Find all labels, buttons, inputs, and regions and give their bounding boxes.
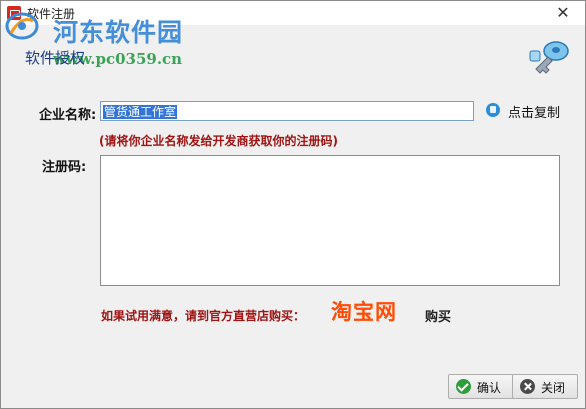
company-name-hint: (请将你企业名称发给开发商获取你的注册码) — [99, 134, 338, 148]
section-header: 软件授权 — [25, 49, 86, 67]
app-icon — [7, 6, 21, 20]
copy-button-label: 点击复制 — [508, 106, 561, 121]
registration-code-label: 注册码: — [42, 160, 87, 175]
purchase-text: 如果试用满意，请到官方直营店购买： — [101, 309, 306, 323]
copy-icon — [486, 103, 500, 117]
close-icon — [520, 379, 535, 394]
taobao-buy-label: 购买 — [425, 310, 452, 325]
company-name-label: 企业名称: — [39, 108, 97, 123]
registration-code-input[interactable] — [100, 155, 560, 286]
company-name-value: 管货通工作室 — [103, 105, 178, 119]
taobao-logo: 淘宝网 — [331, 299, 397, 324]
key-icon — [529, 41, 569, 74]
confirm-button-label: 确认 — [477, 381, 502, 395]
check-icon — [456, 379, 471, 394]
close-button[interactable]: 关闭 — [512, 374, 578, 399]
registration-dialog: 软件注册 ✕ 河东软件园 www.pc0359.cn 软件授权 企业名称: 管货… — [0, 0, 586, 409]
window-close-button[interactable]: ✕ — [541, 1, 585, 25]
confirm-button[interactable]: 确认 — [448, 374, 514, 399]
title-bar[interactable]: 软件注册 ✕ — [1, 1, 585, 25]
company-name-input[interactable]: 管货通工作室 — [100, 101, 474, 121]
window-title: 软件注册 — [27, 7, 76, 21]
taobao-buy-link[interactable]: 淘宝网 购买 — [331, 299, 455, 325]
close-button-label: 关闭 — [541, 381, 566, 395]
